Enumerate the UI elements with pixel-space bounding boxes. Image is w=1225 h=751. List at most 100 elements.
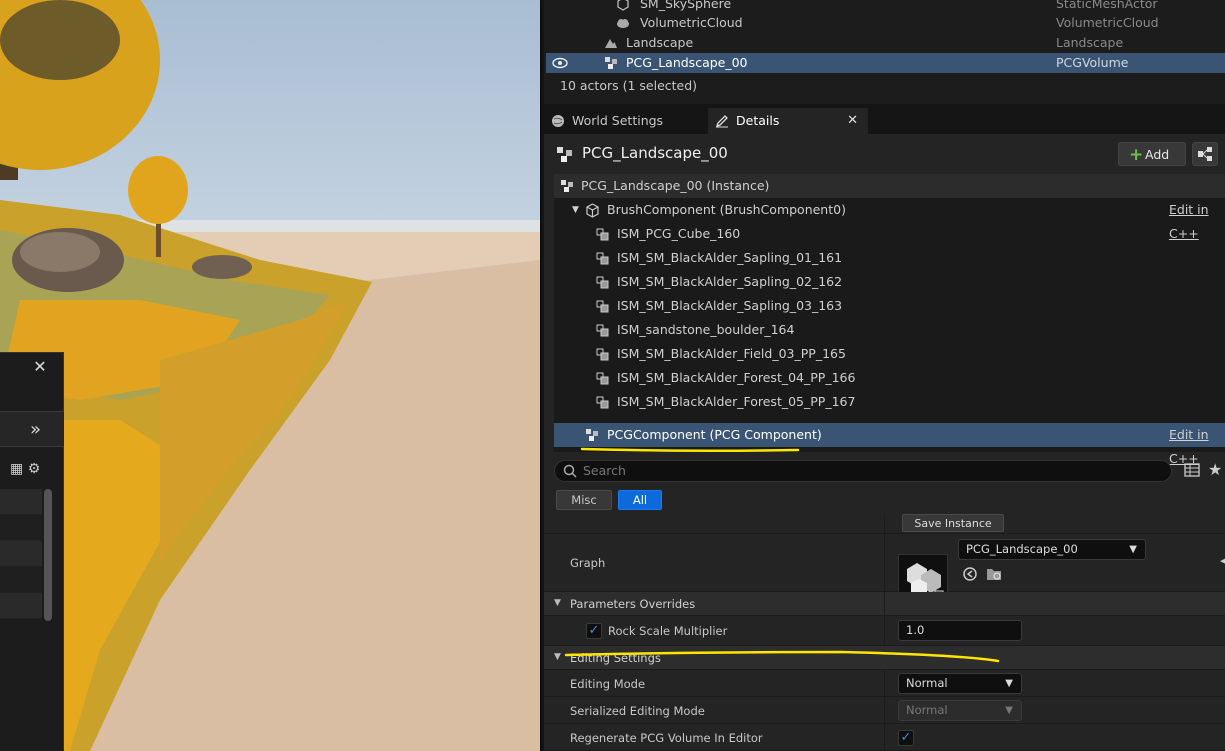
- editing-mode-dropdown[interactable]: Normal ▼: [898, 673, 1022, 694]
- collapse-arrow-icon[interactable]: ▼: [572, 198, 579, 222]
- component-label: ISM_SM_BlackAlder_Forest_04_PP_166: [617, 370, 856, 385]
- list-item[interactable]: [0, 567, 42, 593]
- outliner-row[interactable]: VolumetricCloud VolumetricCloud: [546, 13, 1225, 33]
- instanced-mesh-icon: [596, 300, 609, 313]
- outliner-row-selected[interactable]: PCG_Landscape_00 PCGVolume: [546, 53, 1225, 73]
- component-child[interactable]: ISM_sandstone_boulder_164: [554, 318, 1225, 342]
- graph-dropdown[interactable]: PCG_Landscape_00 ▼: [958, 539, 1146, 560]
- gear-icon[interactable]: ⚙: [28, 461, 41, 477]
- add-component-button[interactable]: + Add: [1118, 142, 1186, 166]
- list-item[interactable]: [0, 515, 42, 541]
- pcg-icon: [557, 147, 572, 162]
- component-child[interactable]: ISM_PCG_Cube_160: [554, 222, 1225, 246]
- component-pcg-selected[interactable]: PCGComponent (PCG Component) Edit in C++: [554, 423, 1225, 466]
- instanced-mesh-icon: [596, 372, 609, 385]
- category-parameters-overrides[interactable]: ▼ Parameters Overrides: [544, 592, 1225, 616]
- browse-back-icon[interactable]: [962, 566, 978, 582]
- component-child[interactable]: ISM_SM_BlackAlder_Field_03_PP_165: [554, 342, 1225, 366]
- actor-count: 10 actors (1 selected): [560, 78, 698, 93]
- collapse-arrow-icon: ▼: [554, 598, 561, 608]
- search-input[interactable]: Search: [554, 460, 1172, 482]
- instanced-mesh-icon: [596, 252, 609, 265]
- category-editing-settings[interactable]: ▼ Editing Settings: [544, 646, 1225, 670]
- chevron-down-icon: ▼: [1129, 544, 1137, 555]
- double-chevron-right-icon[interactable]: »: [30, 419, 52, 441]
- rock-scale-input[interactable]: 1.0: [898, 620, 1022, 641]
- component-label: ISM_SM_BlackAlder_Sapling_03_163: [617, 298, 843, 313]
- save-instance-button[interactable]: Save Instance: [902, 514, 1004, 532]
- property-row-rock-scale: ✓ Rock Scale Multiplier 1.0: [544, 616, 1225, 646]
- tab-details[interactable]: Details ✕: [708, 108, 868, 134]
- component-child[interactable]: ISM_SM_BlackAlder_Sapling_02_162: [554, 270, 1225, 294]
- actor-name: PCG_Landscape_00: [626, 55, 748, 70]
- grid-icon[interactable]: ▦: [10, 461, 23, 477]
- world-outliner: SM_SkySphere StaticMeshActor VolumetricC…: [544, 0, 1225, 104]
- category-label: Parameters Overrides: [570, 597, 696, 611]
- component-child[interactable]: ISM_SM_BlackAlder_Sapling_03_163: [554, 294, 1225, 318]
- override-checkbox[interactable]: ✓: [586, 623, 602, 639]
- instanced-mesh-icon: [596, 228, 609, 241]
- component-brush[interactable]: ▼ BrushComponent (BrushComponent0) Edit …: [554, 198, 1225, 241]
- actor-name: SM_SkySphere: [640, 0, 732, 11]
- level-viewport[interactable]: ✕ » ▦ ⚙: [0, 0, 540, 751]
- tab-label: World Settings: [572, 113, 664, 128]
- right-panel: SM_SkySphere StaticMeshActor VolumetricC…: [540, 0, 1225, 751]
- outliner-row[interactable]: SM_SkySphere StaticMeshActor: [546, 0, 1225, 14]
- star-icon[interactable]: ★: [1208, 460, 1225, 479]
- tab-world-settings[interactable]: World Settings: [544, 108, 706, 134]
- add-label: Add: [1145, 147, 1170, 162]
- component-root[interactable]: PCG_Landscape_00 (Instance): [554, 174, 1225, 198]
- blueprint-button[interactable]: [1192, 142, 1218, 166]
- serialized-mode-value: Normal: [906, 703, 948, 717]
- property-label: Regenerate PCG Volume In Editor: [570, 731, 763, 745]
- property-label: Serialized Editing Mode: [570, 704, 705, 718]
- grid-icon[interactable]: [1184, 462, 1200, 478]
- pcg-icon: [605, 57, 617, 69]
- actor-name: Landscape: [626, 35, 694, 50]
- property-label: Editing Mode: [570, 677, 646, 691]
- pcg-icon: [586, 429, 598, 441]
- chevron-down-icon: ▼: [1005, 705, 1013, 716]
- plus-icon: +: [1129, 145, 1144, 165]
- browse-asset-icon[interactable]: [986, 566, 1004, 582]
- actor-title: PCG_Landscape_00: [582, 144, 728, 162]
- component-child[interactable]: ISM_SM_BlackAlder_Forest_05_PP_167: [554, 390, 1225, 414]
- reset-arrow-icon[interactable]: ◂: [1220, 554, 1225, 567]
- component-label: ISM_PCG_Cube_160: [617, 226, 741, 241]
- filter-misc-button[interactable]: Misc: [556, 490, 612, 510]
- search-icon: [563, 464, 577, 478]
- tab-bar: World Settings Details ✕: [544, 108, 1225, 134]
- pencil-icon: [715, 115, 728, 128]
- component-child[interactable]: ISM_SM_BlackAlder_Sapling_01_161: [554, 246, 1225, 270]
- details-panel: PCG_Landscape_00 + Add PCG_Landscape_00 …: [544, 134, 1225, 751]
- eye-icon[interactable]: [552, 56, 568, 70]
- serialized-mode-dropdown: Normal ▼: [898, 700, 1022, 721]
- cloud-icon: [617, 19, 629, 28]
- outliner-row[interactable]: Landscape Landscape: [546, 33, 1225, 53]
- search-placeholder: Search: [583, 463, 626, 478]
- component-label: BrushComponent (BrushComponent0): [607, 202, 846, 217]
- list-item[interactable]: [0, 541, 42, 567]
- pcg-icon: [561, 180, 573, 192]
- cube-icon: [586, 203, 599, 218]
- close-tab-icon[interactable]: ✕: [847, 108, 858, 134]
- actor-type: PCGVolume: [1056, 55, 1129, 70]
- scrollbar[interactable]: [44, 489, 52, 621]
- filter-all-button[interactable]: All: [618, 490, 662, 510]
- list-item[interactable]: [0, 593, 42, 619]
- actor-type: VolumetricCloud: [1056, 15, 1159, 30]
- instanced-mesh-icon: [596, 276, 609, 289]
- list-item[interactable]: [0, 489, 42, 515]
- instanced-mesh-icon: [596, 396, 609, 409]
- rock-scale-value: 1.0: [906, 623, 925, 637]
- regenerate-checkbox[interactable]: ✓: [898, 730, 914, 746]
- component-label: ISM_SM_BlackAlder_Forest_05_PP_167: [617, 394, 856, 409]
- property-row-graph: Graph PCG_Landscape_00 ▼ ◂: [544, 534, 1225, 604]
- component-child[interactable]: ISM_SM_BlackAlder_Forest_04_PP_166: [554, 366, 1225, 390]
- panel-icons: ▦ ⚙: [10, 461, 60, 483]
- landscape-icon: [605, 39, 617, 48]
- close-icon[interactable]: ✕: [30, 357, 50, 377]
- editing-mode-value: Normal: [906, 676, 948, 690]
- actor-type: StaticMeshActor: [1056, 0, 1158, 11]
- instanced-mesh-icon: [596, 324, 609, 337]
